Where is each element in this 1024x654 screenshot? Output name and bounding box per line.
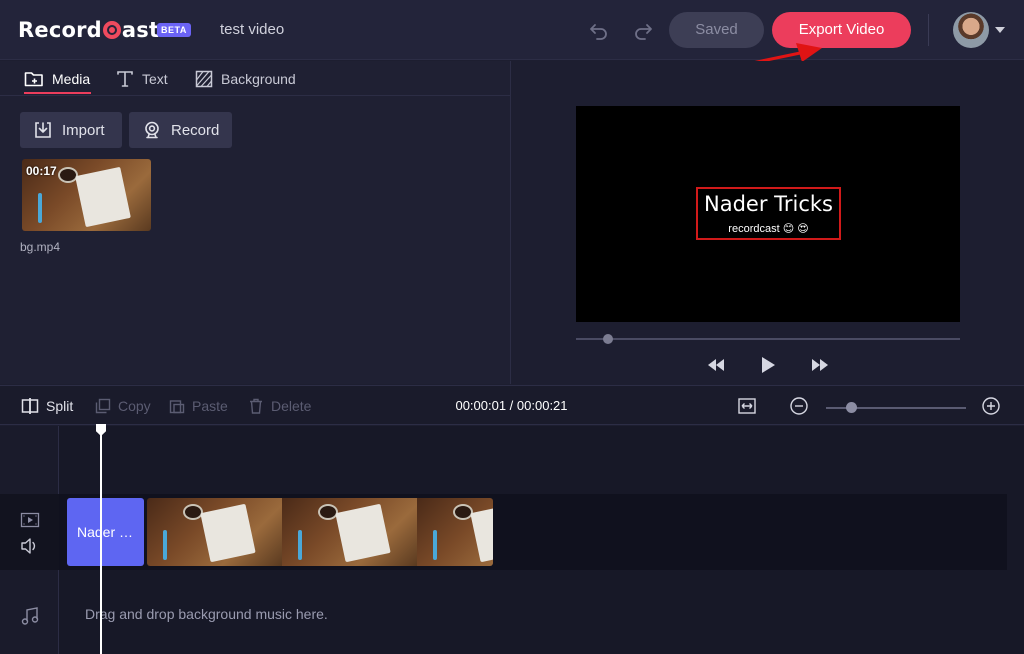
clip-frame <box>147 498 282 566</box>
split-button[interactable]: Split <box>21 396 73 416</box>
frame-pen <box>298 530 302 560</box>
frame-paper <box>470 503 493 563</box>
frame-pen <box>433 530 437 560</box>
delete-label: Delete <box>271 398 312 414</box>
zoom-out-icon[interactable] <box>789 396 809 416</box>
clip-frame <box>282 498 417 566</box>
fast-forward-icon[interactable] <box>810 357 830 373</box>
tab-active-underline <box>24 92 91 94</box>
import-button[interactable]: Import <box>20 112 122 148</box>
media-filename: bg.mp4 <box>20 240 61 254</box>
tab-media-label: Media <box>52 71 91 87</box>
overlay-title: Nader Tricks <box>704 192 833 216</box>
playhead-line[interactable] <box>100 430 102 654</box>
logo-record-icon <box>102 21 121 39</box>
music-drop-hint[interactable]: Drag and drop background music here. <box>85 606 328 622</box>
frame-paper <box>200 503 256 563</box>
split-icon <box>21 397 39 415</box>
undo-icon[interactable] <box>588 19 610 41</box>
video-track-icon <box>20 512 40 528</box>
media-duration: 00:17 <box>26 164 57 178</box>
frame-cup <box>453 504 473 520</box>
copy-icon <box>95 398 111 414</box>
frame-cup <box>318 504 338 520</box>
import-label: Import <box>62 121 105 139</box>
preview-progress-track[interactable] <box>576 338 960 340</box>
text-clip[interactable]: Nader … <box>67 498 144 566</box>
fit-timeline-icon[interactable] <box>737 396 757 416</box>
redo-icon[interactable] <box>632 19 654 41</box>
paste-label: Paste <box>192 398 228 414</box>
background-icon <box>195 70 213 88</box>
tab-background-label: Background <box>221 71 296 87</box>
timecode: 00:00:01 / 00:00:21 <box>455 398 568 413</box>
preview-progress-knob[interactable] <box>603 334 613 344</box>
tab-text[interactable]: Text <box>116 68 168 90</box>
trash-icon <box>248 398 264 414</box>
copy-label: Copy <box>118 398 151 414</box>
thumb-pen <box>38 193 42 223</box>
paste-icon <box>169 398 185 414</box>
avatar[interactable] <box>953 12 989 48</box>
tab-background[interactable]: Background <box>195 68 296 90</box>
thumb-paper <box>75 166 131 228</box>
tab-text-label: Text <box>142 71 168 87</box>
delete-button[interactable]: Delete <box>248 396 311 416</box>
media-thumbnail[interactable]: 00:17 <box>22 159 151 231</box>
copy-button[interactable]: Copy <box>95 396 151 416</box>
chevron-down-icon[interactable] <box>995 27 1005 33</box>
split-label: Split <box>46 398 74 414</box>
frame-paper <box>335 503 391 563</box>
app-logo[interactable]: Record ast <box>18 18 159 42</box>
play-icon[interactable] <box>758 355 778 375</box>
frame-pen <box>163 530 167 560</box>
beta-badge: BETA <box>157 23 191 37</box>
video-track-gutter <box>0 494 59 570</box>
project-title[interactable]: test video <box>220 21 284 38</box>
tab-media[interactable]: Media <box>24 68 90 90</box>
paste-button[interactable]: Paste <box>169 396 228 416</box>
overlay-subtitle: recordcast 😊 😍 <box>728 223 809 235</box>
record-label: Record <box>171 121 220 139</box>
zoom-slider-knob[interactable] <box>846 402 857 413</box>
rewind-icon[interactable] <box>706 357 726 373</box>
logo-text-right: ast <box>121 18 160 42</box>
video-clip[interactable] <box>147 498 493 566</box>
music-note-icon <box>20 606 40 626</box>
webcam-icon <box>143 121 161 139</box>
clip-frame <box>417 498 493 566</box>
media-folder-icon <box>24 70 44 88</box>
import-icon <box>34 121 52 139</box>
zoom-in-icon[interactable] <box>981 396 1001 416</box>
frame-cup <box>183 504 203 520</box>
export-video-button[interactable]: Export Video <box>772 12 911 48</box>
logo-text-left: Record <box>18 18 102 42</box>
record-button[interactable]: Record <box>129 112 232 148</box>
text-icon <box>116 70 134 88</box>
saved-button[interactable]: Saved <box>669 12 764 48</box>
header-divider <box>928 14 929 46</box>
speaker-icon[interactable] <box>20 537 40 555</box>
